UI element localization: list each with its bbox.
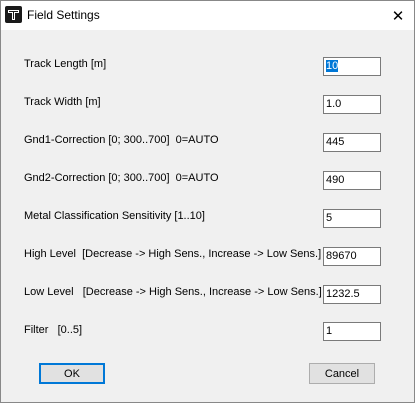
app-logo-icon bbox=[5, 6, 22, 23]
gnd2-correction-input[interactable]: 490 bbox=[323, 171, 381, 190]
low-level-input[interactable]: 1232.5 bbox=[323, 285, 381, 304]
cancel-button[interactable]: Cancel bbox=[309, 363, 375, 384]
metal-sensitivity-input[interactable]: 5 bbox=[323, 209, 381, 228]
high-level-label: High Level [Decrease -> High Sens., Incr… bbox=[24, 248, 322, 260]
close-button[interactable]: ✕ bbox=[382, 1, 414, 30]
gnd1-correction-label: Gnd1-Correction [0; 300..700] 0=AUTO bbox=[24, 134, 219, 146]
track-width-label: Track Width [m] bbox=[24, 96, 101, 108]
close-icon: ✕ bbox=[391, 7, 405, 25]
gnd1-correction-input[interactable]: 445 bbox=[323, 133, 381, 152]
high-level-input[interactable]: 89670 bbox=[323, 247, 381, 266]
field-settings-dialog: Field Settings ✕ Track Length [m] 10 Tra… bbox=[0, 0, 415, 403]
track-width-input[interactable]: 1.0 bbox=[323, 95, 381, 114]
title-bar[interactable]: Field Settings ✕ bbox=[1, 1, 414, 30]
metal-sensitivity-label: Metal Classification Sensitivity [1..10] bbox=[24, 210, 205, 222]
gnd2-correction-label: Gnd2-Correction [0; 300..700] 0=AUTO bbox=[24, 172, 219, 184]
window-title: Field Settings bbox=[27, 8, 100, 22]
low-level-label: Low Level [Decrease -> High Sens., Incre… bbox=[24, 286, 322, 298]
track-length-input[interactable]: 10 bbox=[323, 57, 381, 76]
ok-button[interactable]: OK bbox=[39, 363, 105, 384]
filter-label: Filter [0..5] bbox=[24, 324, 83, 336]
track-length-label: Track Length [m] bbox=[24, 58, 107, 70]
filter-input[interactable]: 1 bbox=[323, 322, 381, 341]
